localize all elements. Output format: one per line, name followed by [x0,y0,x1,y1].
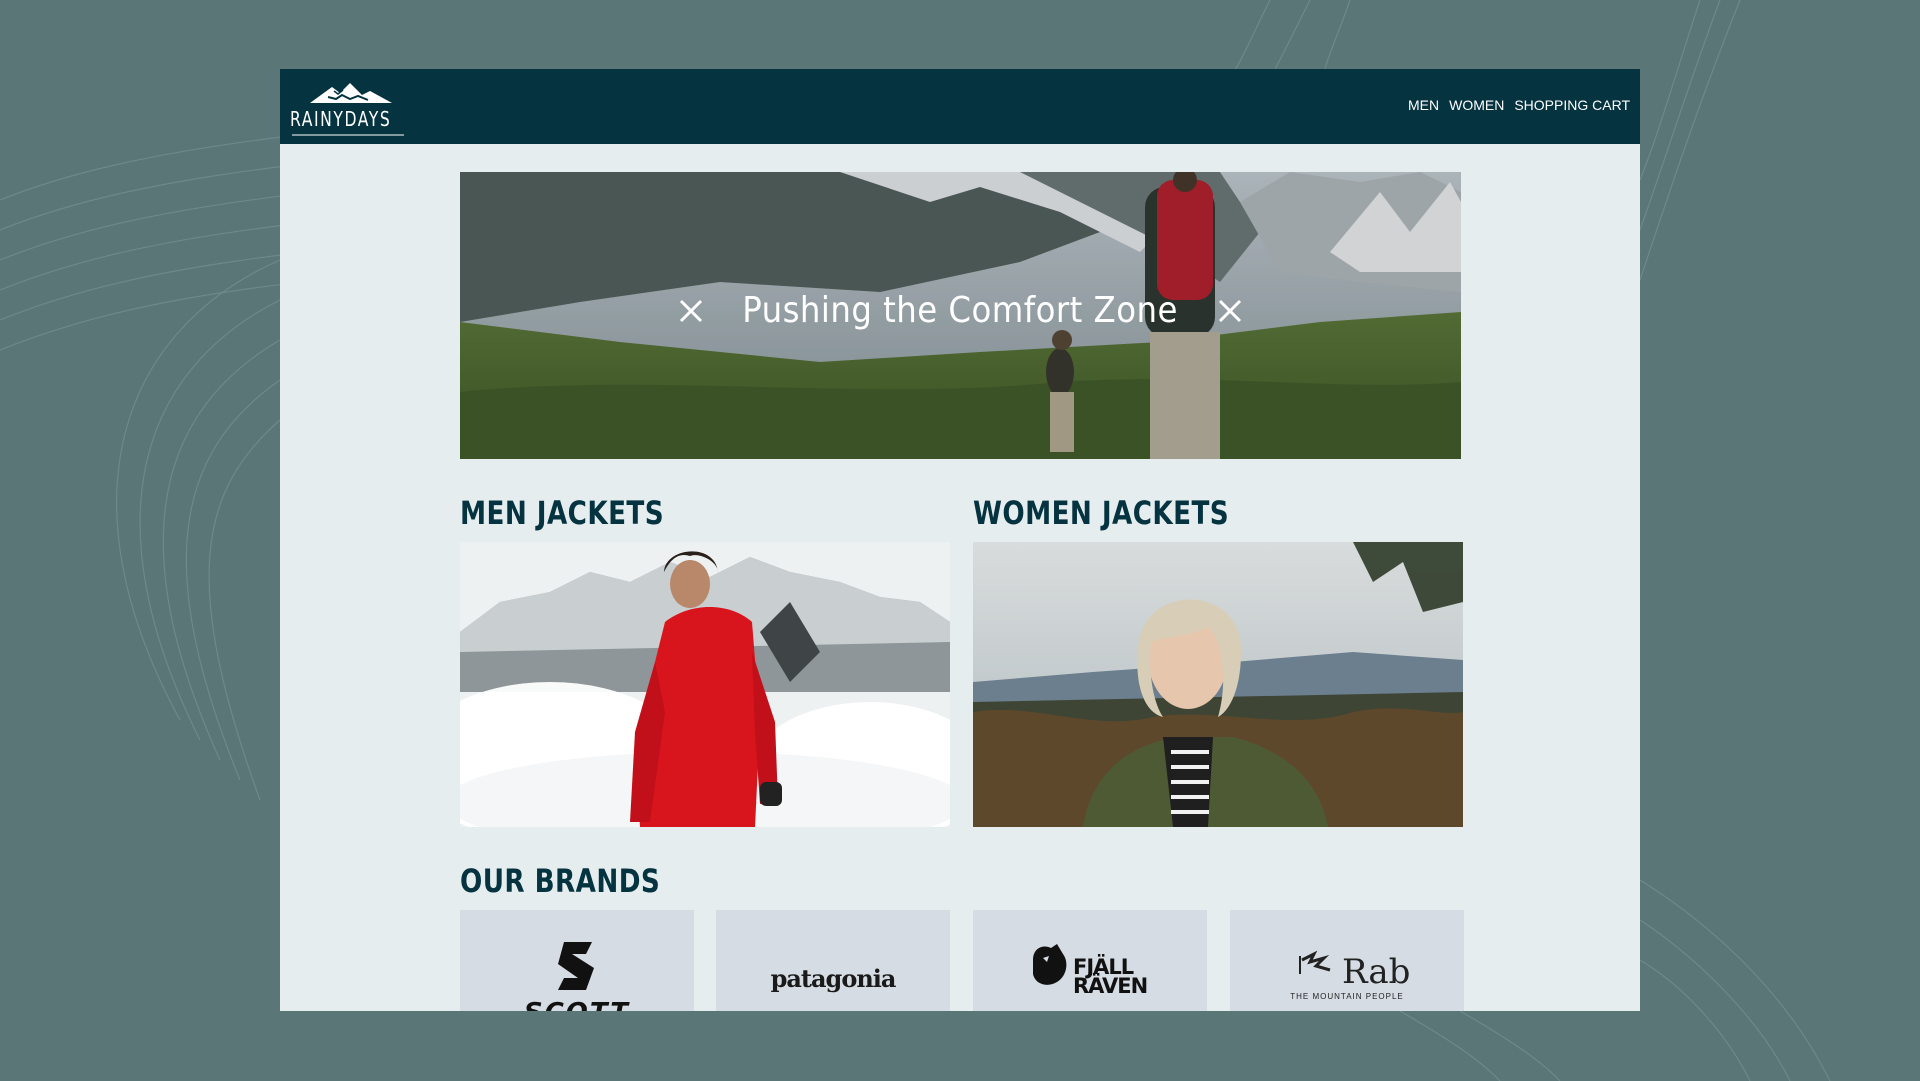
nav-link-shopping-cart[interactable]: SHOPPING CART [1514,97,1630,113]
brand-card-fjallraven[interactable]: FJÄLL RÄVEN [973,910,1207,1011]
women-jackets-heading: WOMEN JACKETS [973,494,1230,532]
brand-name-patagonia: patagonia [770,964,897,993]
brand-card-scott[interactable]: SCOTT [460,910,694,1011]
logo-wordmark: RAINYDAYS [290,107,392,131]
brand-card-rab[interactable]: Rab THE MOUNTAIN PEOPLE [1230,910,1464,1011]
hero-heading: Pushing the Comfort Zone [460,290,1461,331]
scott-logo-icon [558,942,594,990]
brand-tagline-rab: THE MOUNTAIN PEOPLE [1290,992,1404,1001]
brand-card-patagonia[interactable]: patagonia [716,910,950,1011]
brand-name-rab: Rab [1342,952,1411,992]
women-jackets-image [973,542,1463,827]
navbar: RAINYDAYS MEN WOMEN SHOPPING CART [280,69,1640,144]
close-cross-icon [1218,299,1241,322]
nav-link-women[interactable]: WOMEN [1449,97,1504,113]
men-jackets-heading: MEN JACKETS [460,494,665,532]
men-jackets-card[interactable] [460,542,950,827]
site-logo[interactable]: RAINYDAYS [288,77,408,137]
close-cross-icon [680,299,703,322]
hero-title-text: Pushing the Comfort Zone [742,290,1179,331]
hero-banner: Pushing the Comfort Zone [460,172,1461,459]
brand-name-fjallraven: FJÄLL RÄVEN [1073,955,1148,998]
main-nav: MEN WOMEN SHOPPING CART [1408,97,1630,113]
logo-underline [292,134,404,136]
women-jackets-card[interactable] [973,542,1463,827]
brand-name-scott: SCOTT [460,998,694,1011]
our-brands-heading: OUR BRANDS [460,862,661,900]
website-window: RAINYDAYS MEN WOMEN SHOPPING CART Pushin… [280,69,1640,1011]
men-jackets-image [460,542,950,827]
nav-link-men[interactable]: MEN [1408,97,1439,113]
